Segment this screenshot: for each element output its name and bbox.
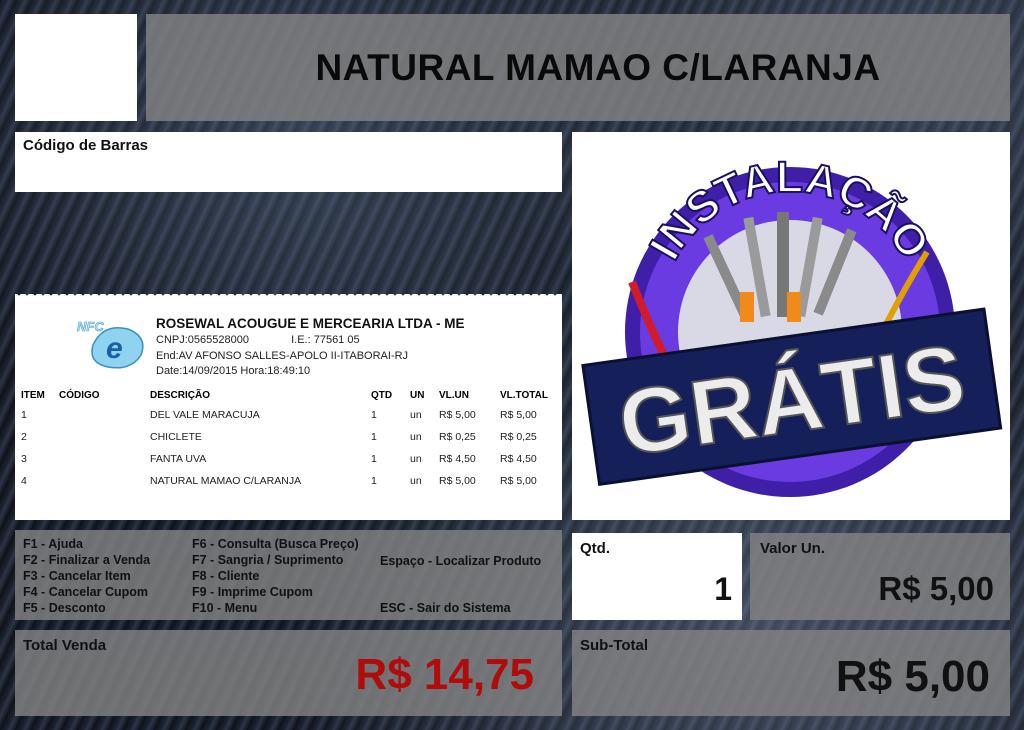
cell-vltotal: R$ 0,25: [500, 431, 537, 443]
col-header-vltotal: VL.TOTAL: [500, 389, 548, 401]
product-title-bar: NATURAL MAMAO C/LARANJA: [146, 14, 1010, 121]
cell-codigo: [59, 426, 150, 448]
shortcut-f2[interactable]: F2 - Finalizar a Venda: [23, 552, 150, 568]
cell-un: un: [410, 453, 422, 465]
company-address: End:AV AFONSO SALLES-APOLO II-ITABORAI-R…: [156, 350, 409, 362]
receipt-torn-edge: [15, 294, 562, 302]
shortcut-space[interactable]: Espaço - Localizar Produto: [380, 553, 541, 569]
receipt-datetime: Date:14/09/2015 Hora:18:49:10: [156, 365, 311, 377]
cell-vltotal: R$ 5,00: [500, 409, 537, 421]
unit-price-label: Valor Un.: [760, 540, 826, 557]
shortcuts-column-1: F1 - Ajuda F2 - Finalizar a Venda F3 - C…: [23, 536, 150, 616]
svg-text:e: e: [106, 332, 123, 365]
subtotal-panel: Sub-Total R$ 5,00: [572, 630, 1010, 716]
cell-descricao: DEL VALE MARACUJA: [150, 409, 260, 421]
cell-descricao: NATURAL MAMAO C/LARANJA: [150, 475, 302, 487]
shortcut-f10[interactable]: F10 - Menu: [192, 600, 359, 616]
sale-total-panel: Total Venda R$ 14,75: [15, 630, 562, 716]
shortcut-f7[interactable]: F7 - Sangria / Suprimento: [192, 552, 359, 568]
table-row: 2 CHICLETE 1 un R$ 0,25 R$ 0,25: [21, 426, 556, 448]
shortcut-esc[interactable]: ESC - Sair do Sistema: [380, 600, 511, 616]
promo-banner: INSTALAÇÃO GRÁTIS: [572, 132, 1010, 520]
table-row: 3 FANTA UVA 1 un R$ 4,50 R$ 4,50: [21, 448, 556, 470]
table-row: 1 DEL VALE MARACUJA 1 un R$ 5,00 R$ 5,00: [21, 404, 556, 426]
cell-item: 1: [21, 409, 27, 421]
cell-vlun: R$ 4,50: [439, 453, 476, 465]
nfce-logo-icon: NFC e: [77, 319, 144, 369]
table-header-row: ITEM CÓDIGO DESCRIÇÃO QTD UN VL.UN VL.TO…: [21, 386, 556, 404]
unit-price-panel: Valor Un. R$ 5,00: [750, 533, 1010, 620]
cell-vlun: R$ 0,25: [439, 431, 476, 443]
shortcuts-column-2: F6 - Consulta (Busca Preço) F7 - Sangria…: [192, 536, 359, 616]
receipt-items-table: ITEM CÓDIGO DESCRIÇÃO QTD UN VL.UN VL.TO…: [21, 386, 556, 492]
store-logo-area: [15, 14, 137, 121]
company-name: ROSEWAL ACOUGUE E MERCEARIA LTDA - ME: [156, 316, 465, 331]
cell-vltotal: R$ 4,50: [500, 453, 537, 465]
cell-item: 2: [21, 431, 27, 443]
cell-item: 3: [21, 453, 27, 465]
product-title: NATURAL MAMAO C/LARANJA: [315, 46, 881, 88]
free-installation-graphic: INSTALAÇÃO GRÁTIS: [581, 152, 1003, 497]
cell-vlun: R$ 5,00: [439, 475, 476, 487]
quantity-field[interactable]: Qtd. 1: [572, 533, 742, 620]
subtotal-value: R$ 5,00: [835, 652, 990, 701]
shortcut-f3[interactable]: F3 - Cancelar Item: [23, 568, 150, 584]
shortcut-f4[interactable]: F4 - Cancelar Cupom: [23, 584, 150, 600]
col-header-un: UN: [410, 389, 425, 401]
company-cnpj: CNPJ:0565528000: [156, 334, 249, 346]
sale-total-label: Total Venda: [23, 637, 107, 654]
cell-qtd: 1: [371, 431, 377, 443]
cell-codigo: [59, 470, 150, 492]
sale-total-value: R$ 14,75: [355, 650, 534, 699]
cell-un: un: [410, 409, 422, 421]
col-header-item: ITEM: [21, 389, 45, 401]
table-row: 4 NATURAL MAMAO C/LARANJA 1 un R$ 5,00 R…: [21, 470, 556, 492]
quantity-value: 1: [714, 571, 732, 607]
cell-vltotal: R$ 5,00: [500, 475, 537, 487]
col-header-codigo: CÓDIGO: [59, 389, 100, 401]
unit-price-value: R$ 5,00: [878, 570, 994, 607]
receipt-preview: NFC e ROSEWAL ACOUGUE E MERCEARIA LTDA -…: [15, 294, 562, 520]
col-header-descricao: DESCRIÇÃO: [150, 389, 211, 401]
cell-descricao: FANTA UVA: [150, 453, 207, 465]
quantity-label: Qtd.: [580, 540, 610, 557]
cell-qtd: 1: [371, 453, 377, 465]
cell-un: un: [410, 431, 422, 443]
cell-codigo: [59, 448, 150, 470]
barcode-label: Código de Barras: [23, 137, 149, 154]
col-header-vlun: VL.UN: [439, 389, 469, 401]
cell-qtd: 1: [371, 475, 377, 487]
shortcut-f1[interactable]: F1 - Ajuda: [23, 536, 150, 552]
company-tax-ids: CNPJ:0565528000 I.E.: 77561 05: [156, 334, 360, 346]
company-ie-suffix: 05: [347, 334, 360, 346]
cell-descricao: CHICLETE: [150, 431, 202, 443]
shortcut-f5[interactable]: F5 - Desconto: [23, 600, 150, 616]
keyboard-shortcuts-panel: F1 - Ajuda F2 - Finalizar a Venda F3 - C…: [15, 530, 562, 620]
cell-vlun: R$ 5,00: [439, 409, 476, 421]
shortcut-f8[interactable]: F8 - Cliente: [192, 568, 359, 584]
cell-un: un: [410, 475, 422, 487]
cell-codigo: [59, 404, 150, 426]
col-header-qtd: QTD: [371, 389, 393, 401]
barcode-field[interactable]: Código de Barras: [15, 132, 562, 192]
svg-text:NFC: NFC: [77, 319, 104, 334]
cell-qtd: 1: [371, 409, 377, 421]
shortcut-f9[interactable]: F9 - Imprime Cupom: [192, 584, 359, 600]
cell-item: 4: [21, 475, 27, 487]
subtotal-label: Sub-Total: [580, 637, 649, 654]
company-ie: I.E.: 77561: [291, 334, 345, 346]
shortcut-f6[interactable]: F6 - Consulta (Busca Preço): [192, 536, 359, 552]
